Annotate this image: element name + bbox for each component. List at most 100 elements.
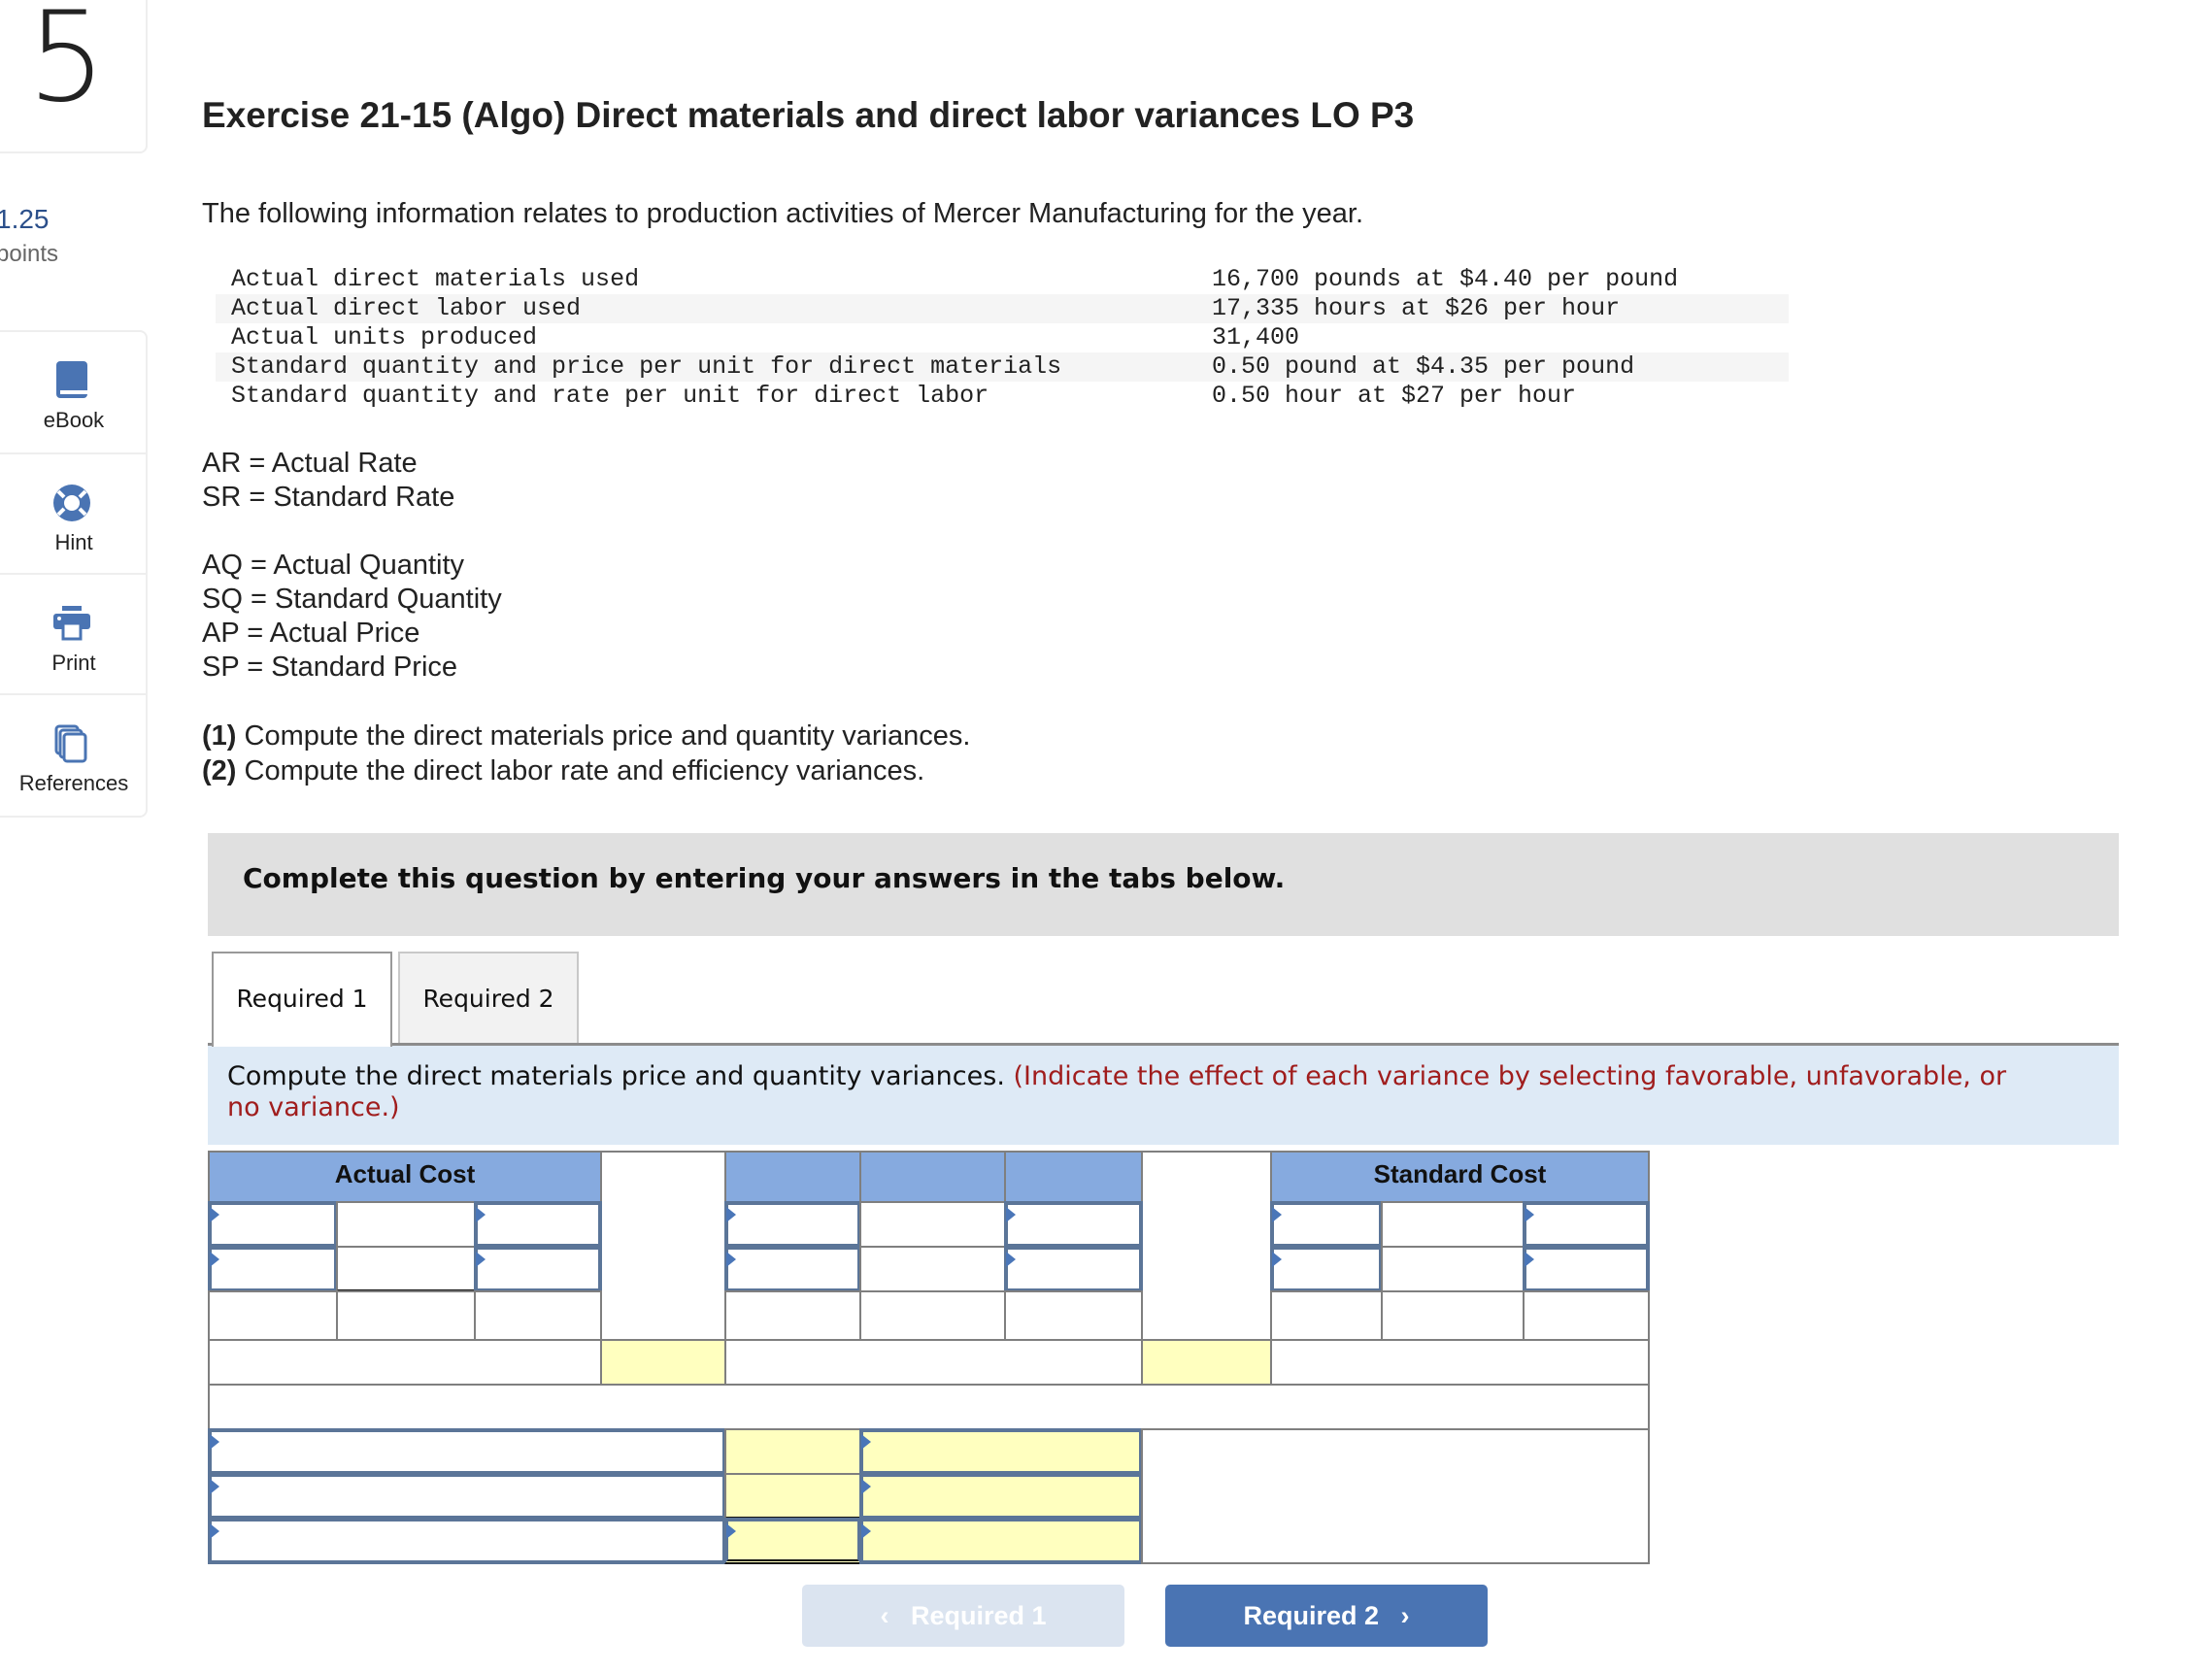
header-blank — [859, 1151, 1006, 1203]
quantity-variance-amount — [1141, 1339, 1272, 1386]
actual-quantity-value[interactable] — [336, 1201, 476, 1248]
data-row: Actual direct materials used 16,700 pound… — [216, 265, 1789, 294]
intro-text: The following information relates to pro… — [202, 198, 1364, 229]
data-row: Standard quantity and rate per unit for … — [216, 382, 1789, 411]
points-label: points — [0, 241, 59, 267]
printer-icon — [53, 606, 90, 641]
exercise-title: Exercise 21-15 (Algo) Direct materials a… — [202, 95, 1415, 135]
total-cell — [1523, 1290, 1650, 1341]
data-row: Actual direct labor used 17,335 hours at … — [216, 294, 1789, 323]
next-required-button[interactable]: Required 2 › — [1165, 1585, 1488, 1647]
tab-required-1[interactable]: Required 1 — [212, 952, 392, 1047]
variance-amount — [724, 1428, 861, 1475]
data-value: 31,400 — [1212, 323, 1300, 351]
tool-ebook[interactable]: eBook — [0, 332, 146, 452]
requirements-list: (1) Compute the direct materials price a… — [202, 719, 970, 788]
chevron-right-icon: › — [1400, 1601, 1410, 1630]
production-data-table: Actual direct materials used 16,700 pound… — [216, 265, 1789, 411]
total-variance-input[interactable] — [724, 1518, 861, 1564]
data-label: Standard quantity and rate per unit for … — [231, 382, 989, 410]
total-cell — [1381, 1290, 1525, 1341]
task-instructions: Compute the direct materials price and q… — [208, 1046, 2119, 1145]
actual-price-input[interactable] — [474, 1201, 602, 1248]
prev-required-button[interactable]: ‹ Required 1 — [802, 1585, 1124, 1647]
blank-cell — [724, 1339, 1143, 1386]
total-cell — [336, 1290, 476, 1341]
standard-price-input[interactable] — [1523, 1201, 1650, 1248]
requirement-text: Compute the direct materials price and q… — [236, 720, 971, 752]
book-icon — [56, 361, 87, 398]
data-value: 0.50 pound at $4.35 per pound — [1212, 352, 1635, 381]
definition: AQ = Actual Quantity — [202, 550, 465, 581]
tools-panel: eBook Hint Print References — [0, 330, 148, 818]
data-label: Actual direct materials used — [231, 265, 640, 293]
actual-quantity-input[interactable] — [208, 1246, 338, 1292]
requirement-2: (2) Compute the direct labor rate and ef… — [202, 753, 970, 788]
definition: SQ = Standard Quantity — [202, 584, 502, 615]
tool-print[interactable]: Print — [0, 573, 146, 695]
variance-label-select[interactable] — [208, 1518, 726, 1564]
variance-type-select[interactable] — [859, 1473, 1143, 1520]
middle-value[interactable] — [859, 1246, 1006, 1292]
requirement-number: (1) — [202, 720, 237, 752]
data-label: Standard quantity and price per unit for… — [231, 352, 1062, 381]
actual-quantity-input[interactable] — [208, 1201, 338, 1248]
blank-row — [208, 1384, 1650, 1430]
requirement-number: (2) — [202, 755, 237, 786]
data-label: Actual units produced — [231, 323, 538, 351]
tool-label: Print — [51, 651, 96, 675]
standard-quantity-value[interactable] — [1381, 1201, 1525, 1248]
requirement-1: (1) Compute the direct materials price a… — [202, 719, 970, 753]
blank-cell — [208, 1339, 602, 1386]
middle-value[interactable] — [859, 1201, 1006, 1248]
variance-type-select[interactable] — [859, 1518, 1143, 1564]
spacer-cell — [1141, 1151, 1272, 1341]
actual-quantity-value[interactable] — [336, 1246, 476, 1292]
instruction-text: Complete this question by entering your … — [243, 862, 1286, 894]
tool-label: eBook — [43, 408, 105, 432]
total-cell — [1270, 1290, 1383, 1341]
variance-amount — [724, 1473, 861, 1520]
middle-price-input[interactable] — [1004, 1201, 1143, 1248]
standard-price-input[interactable] — [1523, 1246, 1650, 1292]
tab-required-2[interactable]: Required 2 — [398, 952, 579, 1043]
total-cell — [208, 1290, 338, 1341]
tool-label: Hint — [54, 530, 93, 554]
header-blank — [724, 1151, 861, 1203]
chevron-left-icon: ‹ — [880, 1601, 889, 1630]
data-row: Actual units produced 31,400 — [216, 323, 1789, 352]
quantity-definitions: AQ = Actual Quantity SQ = Standard Quant… — [202, 549, 502, 685]
middle-label-input[interactable] — [724, 1246, 861, 1292]
variance-label-select[interactable] — [208, 1428, 726, 1475]
definition: SP = Standard Price — [202, 652, 458, 683]
data-label: Actual direct labor used — [231, 294, 582, 322]
standard-quantity-value[interactable] — [1381, 1246, 1525, 1292]
data-row: Standard quantity and price per unit for… — [216, 352, 1789, 382]
header-actual-cost: Actual Cost — [208, 1151, 602, 1203]
tool-references[interactable]: References — [0, 693, 146, 816]
total-cell — [724, 1290, 861, 1341]
requirement-text: Compute the direct labor rate and effici… — [236, 755, 925, 786]
data-value: 16,700 pounds at $4.40 per pound — [1212, 265, 1679, 293]
total-cell — [859, 1290, 1006, 1341]
middle-label-input[interactable] — [724, 1201, 861, 1248]
variance-type-select[interactable] — [859, 1428, 1143, 1475]
header-standard-cost: Standard Cost — [1270, 1151, 1650, 1203]
actual-price-input[interactable] — [474, 1246, 602, 1292]
instruction-banner: Complete this question by entering your … — [208, 833, 2119, 936]
blank-cell — [1141, 1428, 1650, 1564]
question-number: 5 — [27, 0, 107, 130]
points-value: 1.25 — [0, 204, 50, 234]
total-cell — [474, 1290, 602, 1341]
variance-label-select[interactable] — [208, 1473, 726, 1520]
data-value: 17,335 hours at $26 per hour — [1212, 294, 1621, 322]
standard-quantity-input[interactable] — [1270, 1246, 1383, 1292]
tool-hint[interactable]: Hint — [0, 452, 146, 575]
data-value: 0.50 hour at $27 per hour — [1212, 382, 1577, 410]
standard-quantity-input[interactable] — [1270, 1201, 1383, 1248]
middle-price-input[interactable] — [1004, 1246, 1143, 1292]
next-label: Required 2 — [1243, 1601, 1380, 1630]
header-blank — [1004, 1151, 1143, 1203]
rate-definitions: AR = Actual Rate SR = Standard Rate — [202, 447, 454, 515]
definition: SR = Standard Rate — [202, 482, 455, 513]
